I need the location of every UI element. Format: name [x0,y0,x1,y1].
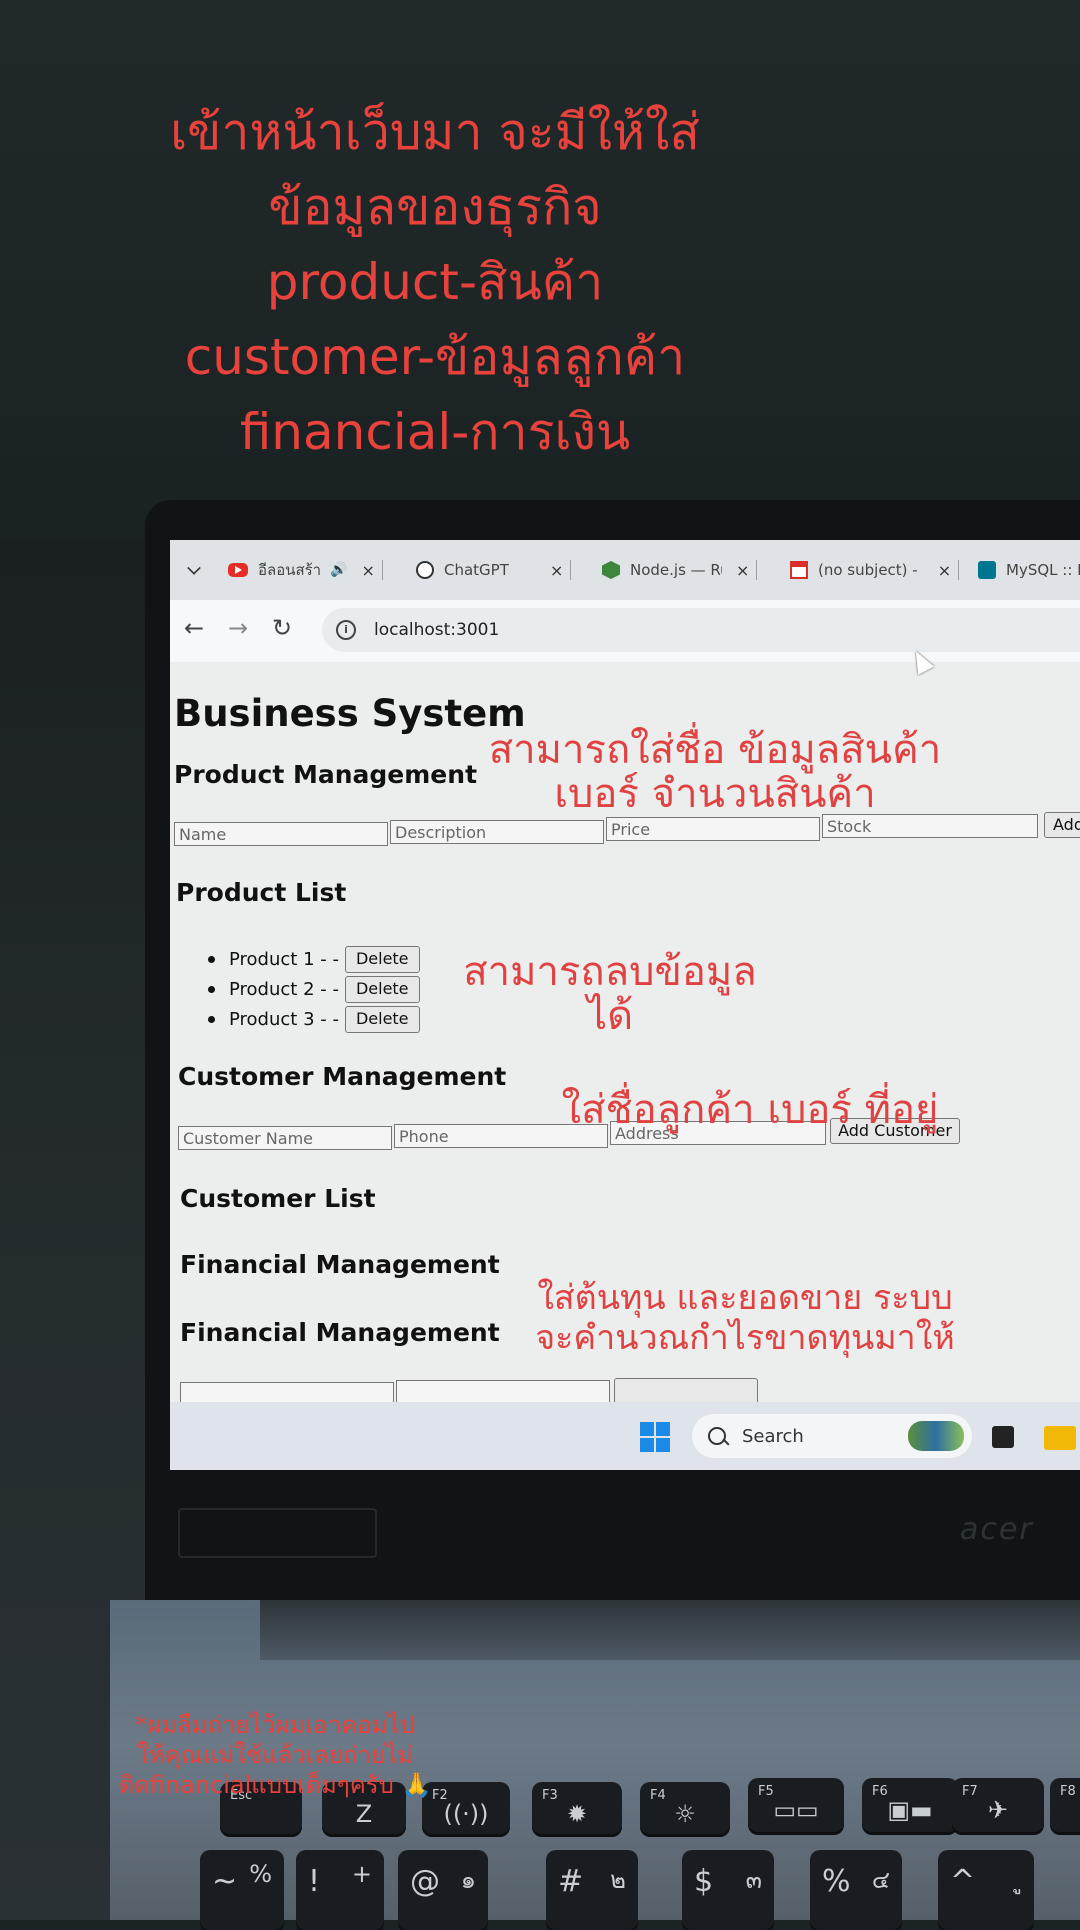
footnote: *ผมลืมถ่ายไว้ผมเอาคอมไป ให้คุณแม่ใช้แล้ว… [118,1711,432,1799]
product-description-input[interactable]: Description [390,820,604,844]
tab-chatgpt[interactable]: ChatGPT × [416,550,572,590]
tab-close-icon[interactable]: × [361,561,374,580]
product-list-item: Product 2 - - Delete [208,976,420,1003]
browser-tab-bar: อีลอนสร้าง 🔊 × ChatGPT × Node.js — Ru × … [170,540,1080,600]
customer-name-input[interactable]: Customer Name [178,1126,392,1150]
add-transaction-button[interactable] [614,1378,758,1404]
tab-gmail[interactable]: (no subject) - × [790,550,960,590]
site-info-icon[interactable]: i [336,620,356,640]
tab-close-icon[interactable]: × [938,561,951,580]
display-switch-icon: ▭▭ [773,1796,819,1824]
product-list-heading: Product List [176,878,347,907]
overlay-title: เข้าหน้าเว็บมา จะมีให้ใส่ ข้อมูลของธุรกิ… [170,103,700,461]
laptop-sticker [178,1508,377,1558]
audio-icon[interactable]: 🔊 [330,562,347,578]
delete-product-button[interactable]: Delete [344,1006,420,1033]
add-product-button[interactable]: Add [1044,812,1080,838]
tab-nodejs[interactable]: Node.js — Ru × [602,550,758,590]
tab-youtube[interactable]: อีลอนสร้าง 🔊 × [228,550,383,590]
tab-separator [958,560,960,580]
file-explorer-icon[interactable] [1044,1426,1076,1450]
product-price-input[interactable]: Price [606,817,820,841]
airplane-icon: ✈ [987,1796,1009,1824]
youtube-icon [228,563,248,577]
product-list-item: Product 1 - - Delete [208,946,420,973]
mysql-icon [978,561,996,579]
search-icon [708,1427,726,1445]
task-view-icon[interactable] [992,1426,1014,1448]
key-f6[interactable]: F6 ▣▬ [862,1778,958,1832]
tab-separator [570,560,572,580]
browser-toolbar: ← → ↻ i localhost:3001 [170,600,1080,662]
financial-input[interactable] [396,1380,610,1404]
key-1[interactable]: ! + [296,1850,384,1930]
laptop-brand-logo: acer [960,1512,1034,1547]
product-stock-input[interactable]: Stock [822,814,1038,838]
note-delete: สามารถลบข้อมูล ได้ [463,949,757,1039]
windows-start-icon[interactable] [640,1422,670,1452]
key-f4[interactable]: F4 ☼ [640,1782,730,1834]
key-f8[interactable]: F8 [1050,1778,1080,1832]
key-6[interactable]: ^ู [938,1850,1034,1930]
key-3[interactable]: #๒ [546,1850,638,1930]
chatgpt-icon [416,561,434,579]
address-bar[interactable]: i localhost:3001 [322,608,1080,652]
key-4[interactable]: $๓ [682,1850,774,1930]
speaker-icon: Z [355,1800,373,1828]
forward-arrow-icon[interactable]: → [228,614,248,642]
key-f5[interactable]: F5 ▭▭ [748,1778,844,1832]
key-5[interactable]: % ๔ [810,1850,902,1930]
reload-icon[interactable]: ↻ [272,614,292,642]
mic-icon: ((·)) [443,1800,489,1828]
product-list-item: Product 3 - - Delete [208,1006,420,1033]
brightness-down-icon: ✹ [566,1800,588,1828]
nodejs-icon [602,561,620,579]
windows-taskbar: Search [170,1402,1080,1470]
touchpad-icon: ▣▬ [887,1796,933,1824]
note-customer: ใส่ชื่อลูกค้า เบอร์ ที่อยู่ [561,1087,939,1133]
url-text: localhost:3001 [374,620,500,640]
financial-management-heading: Financial Management [180,1250,500,1279]
note-product: สามารถใส่ชื่อ ข้อมูลสินค้า เบอร์ จำนวนสิ… [488,727,942,817]
laptop-hinge [260,1600,1080,1660]
key-tilde[interactable]: ~% [200,1850,284,1930]
key-2[interactable]: @๑ [398,1850,488,1930]
search-highlight-icon [908,1421,964,1451]
key-f7[interactable]: F7 ✈ [952,1778,1044,1832]
tab-close-icon[interactable]: × [736,561,749,580]
key-f3[interactable]: F3 ✹ [532,1782,622,1834]
delete-product-button[interactable]: Delete [344,976,420,1003]
tab-close-icon[interactable]: × [550,561,563,580]
tab-separator [381,560,383,580]
brightness-up-icon: ☼ [674,1800,696,1828]
customer-management-heading: Customer Management [178,1062,507,1091]
delete-product-button[interactable]: Delete [344,946,420,973]
tab-separator [756,560,758,580]
taskbar-search[interactable]: Search [692,1414,972,1458]
customer-list-heading: Customer List [180,1184,376,1213]
tab-mysql[interactable]: MySQL :: B [978,550,1080,590]
gmail-icon [790,561,808,579]
back-arrow-icon[interactable]: ← [184,614,204,642]
product-management-heading: Product Management [174,760,478,789]
product-name-input[interactable]: Name [174,822,388,846]
tab-search-chevron-icon[interactable] [187,561,201,575]
note-financial: ใส่ต้นทุน และยอดขาย ระบบ จะคำนวณกำไรขาดท… [535,1278,955,1358]
financial-management-heading: Financial Management [180,1318,500,1347]
